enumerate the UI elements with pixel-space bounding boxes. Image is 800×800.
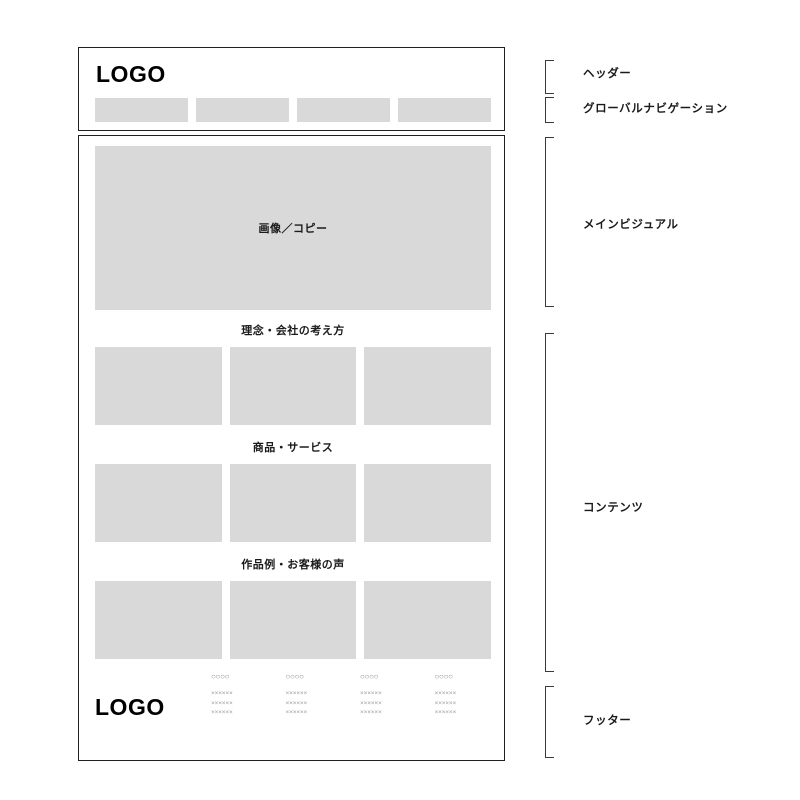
annotation-label-global-nav: グローバルナビゲーション [583, 103, 728, 115]
section-2-card-2[interactable] [229, 464, 357, 542]
annotation-bracket-main-visual [544, 137, 554, 307]
footer-link[interactable]: ×××××× [435, 708, 492, 718]
section-3-card-3[interactable] [364, 581, 492, 659]
footer-column-1-links: ×××××× ×××××× ×××××× [211, 689, 268, 718]
section-3-card-1[interactable] [95, 581, 222, 659]
footer-link[interactable]: ×××××× [360, 699, 417, 709]
footer-column-3-heading[interactable]: ○○○○ [360, 672, 417, 683]
global-nav-item-2[interactable] [196, 98, 289, 122]
annotation-label-footer: フッター [583, 715, 632, 727]
footer-link[interactable]: ×××××× [286, 708, 343, 718]
footer-link[interactable]: ×××××× [211, 708, 268, 718]
global-navigation [95, 98, 491, 122]
annotation-bracket-footer [544, 686, 554, 758]
wireframe-canvas: LOGO 画像／コピー 理念・会社の考え方 商品・サービス 作品例・お客様の声 … [0, 0, 800, 800]
footer-logo: LOGO [95, 694, 165, 720]
content-section-2: 商品・サービス [95, 439, 492, 542]
section-2-card-1[interactable] [95, 464, 222, 542]
header-frame: LOGO [78, 47, 505, 131]
footer-column-2-heading[interactable]: ○○○○ [286, 672, 343, 683]
global-nav-item-1[interactable] [95, 98, 188, 122]
footer-column-2-links: ×××××× ×××××× ×××××× [286, 689, 343, 718]
section-3-card-row [95, 581, 492, 659]
footer-link[interactable]: ×××××× [360, 689, 417, 699]
footer-column-4-heading[interactable]: ○○○○ [435, 672, 492, 683]
footer-block: LOGO ○○○○ ×××××× ×××××× ×××××× ○○○○ ××××… [95, 670, 491, 746]
annotation-bracket-global-nav [544, 97, 554, 123]
footer-link[interactable]: ×××××× [360, 708, 417, 718]
header-logo: LOGO [96, 61, 166, 87]
footer-link[interactable]: ×××××× [435, 699, 492, 709]
footer-column-3-links: ×××××× ×××××× ×××××× [360, 689, 417, 718]
footer-column-2: ○○○○ ×××××× ×××××× ×××××× [286, 672, 343, 718]
footer-link[interactable]: ×××××× [435, 689, 492, 699]
global-nav-item-3[interactable] [297, 98, 390, 122]
footer-link[interactable]: ×××××× [286, 699, 343, 709]
footer-column-1-heading[interactable]: ○○○○ [211, 672, 268, 683]
section-3-title: 作品例・お客様の声 [241, 559, 345, 571]
section-2-title: 商品・サービス [252, 442, 334, 454]
annotation-label-header: ヘッダー [583, 68, 632, 80]
section-2-card-row [95, 464, 492, 542]
annotation-bracket-contents [544, 333, 554, 672]
section-1-card-2[interactable] [229, 347, 357, 425]
section-3-card-2[interactable] [229, 581, 357, 659]
footer-column-3: ○○○○ ×××××× ×××××× ×××××× [360, 672, 417, 718]
footer-link[interactable]: ×××××× [211, 689, 268, 699]
annotation-bracket-header [544, 60, 554, 94]
annotation-label-contents: コンテンツ [583, 502, 644, 514]
footer-column-4: ○○○○ ×××××× ×××××× ×××××× [435, 672, 492, 718]
section-1-title: 理念・会社の考え方 [241, 325, 345, 337]
annotation-label-main-visual: メインビジュアル [583, 219, 679, 231]
section-1-card-row [95, 347, 492, 425]
footer-link[interactable]: ×××××× [286, 689, 343, 699]
footer-column-4-links: ×××××× ×××××× ×××××× [435, 689, 492, 718]
footer-column-1: ○○○○ ×××××× ×××××× ×××××× [211, 672, 268, 718]
section-2-card-3[interactable] [364, 464, 492, 542]
global-nav-item-4[interactable] [398, 98, 491, 122]
section-1-card-1[interactable] [95, 347, 222, 425]
content-section-3: 作品例・お客様の声 [95, 556, 492, 659]
footer-link[interactable]: ×××××× [211, 699, 268, 709]
section-1-card-3[interactable] [364, 347, 492, 425]
main-visual-label: 画像／コピー [258, 223, 328, 235]
body-frame: 画像／コピー 理念・会社の考え方 商品・サービス 作品例・お客様の声 LOGO … [78, 135, 505, 761]
main-visual-block: 画像／コピー [95, 146, 491, 310]
footer-link-columns: ○○○○ ×××××× ×××××× ×××××× ○○○○ ×××××× ××… [211, 670, 491, 718]
content-section-1: 理念・会社の考え方 [95, 322, 492, 425]
